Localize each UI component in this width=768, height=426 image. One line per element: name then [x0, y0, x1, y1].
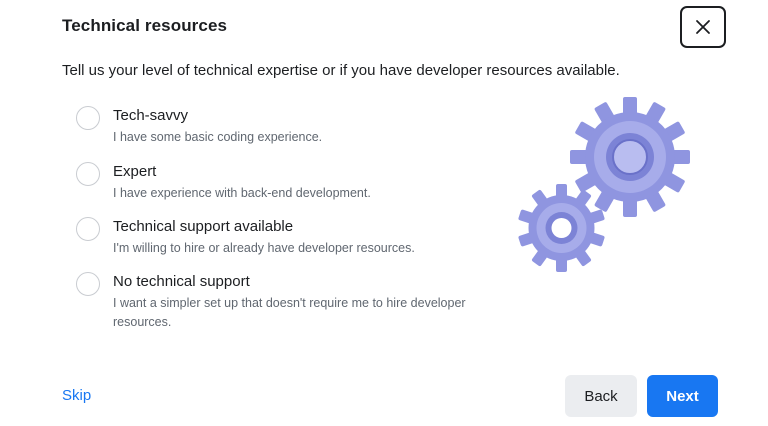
option-label: Technical support available	[113, 218, 294, 235]
radio-technical-support-available[interactable]	[76, 217, 100, 241]
dialog-title: Technical resources	[62, 16, 228, 35]
technical-resources-dialog: Technical resources Tell us your level o…	[0, 0, 768, 426]
option-label: Expert	[113, 163, 157, 180]
option-no-technical-support[interactable]: No technical support I want a simpler se…	[76, 271, 536, 335]
skip-link[interactable]: Skip	[62, 387, 91, 404]
radio-tech-savvy[interactable]	[76, 106, 100, 130]
next-button[interactable]: Next	[647, 375, 718, 417]
option-tech-savvy[interactable]: Tech-savvy I have some basic coding expe…	[76, 105, 536, 145]
option-description: I have experience with back-end developm…	[113, 186, 371, 200]
small-gear-icon	[518, 184, 605, 272]
option-label: No technical support	[113, 273, 250, 290]
back-button[interactable]: Back	[565, 375, 637, 417]
option-label: Tech-savvy	[113, 107, 189, 124]
close-icon	[696, 20, 710, 34]
gears-illustration	[518, 97, 690, 272]
radio-expert[interactable]	[76, 162, 100, 186]
option-description: I have some basic coding experience.	[113, 130, 323, 144]
dialog-subtitle: Tell us your level of technical expertis…	[62, 62, 620, 79]
option-technical-support-available[interactable]: Technical support available I'm willing …	[76, 216, 536, 256]
option-description: I'm willing to hire or already have deve…	[113, 241, 415, 255]
radio-no-technical-support[interactable]	[76, 272, 100, 296]
close-button[interactable]	[680, 6, 726, 48]
option-expert[interactable]: Expert I have experience with back-end d…	[76, 161, 536, 201]
option-description: I want a simpler set up that doesn't req…	[113, 296, 466, 329]
